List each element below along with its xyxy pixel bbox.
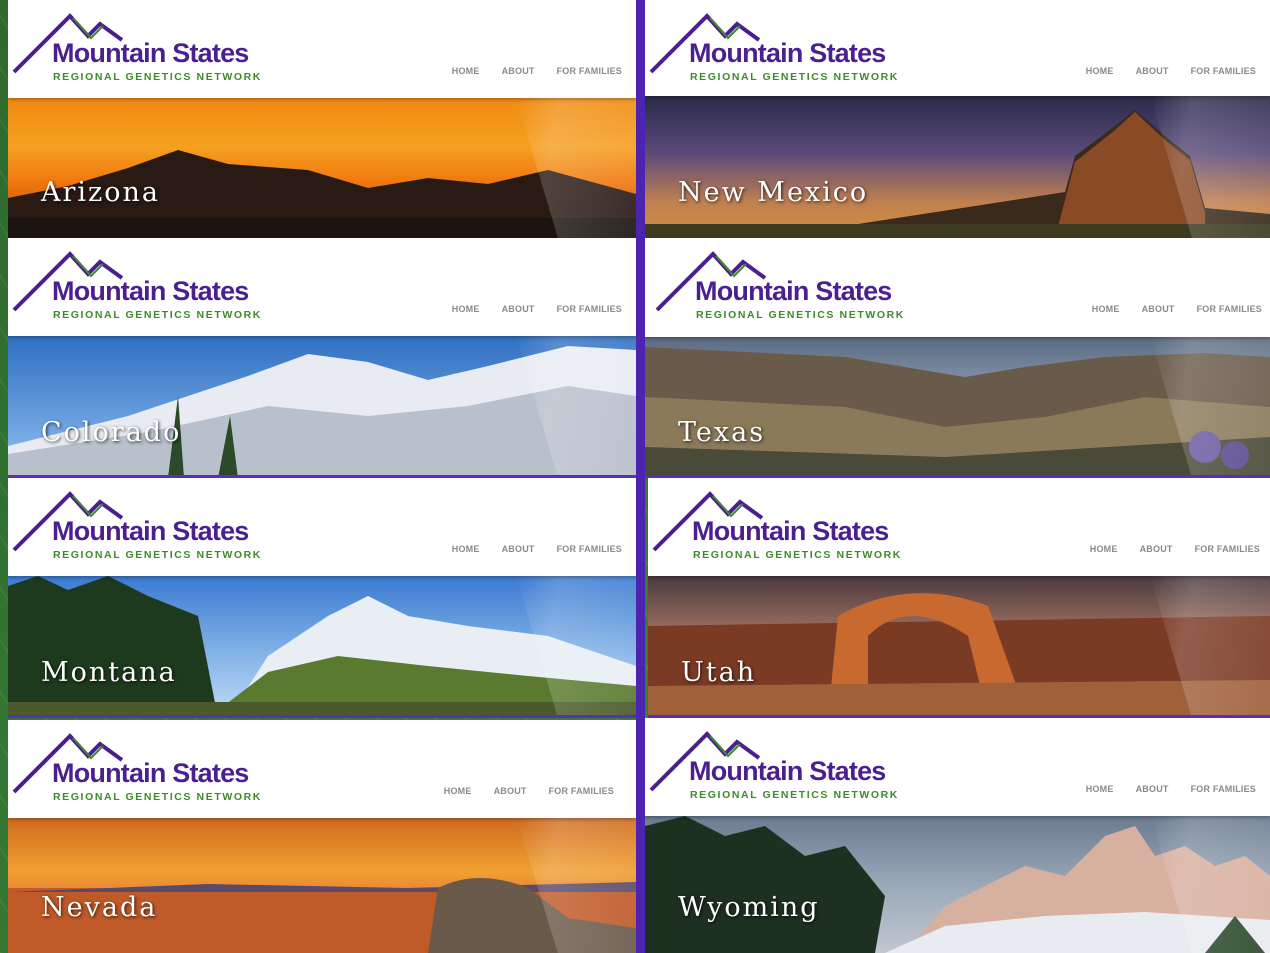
site-header: Mountain States REGIONAL GENETICS NETWOR…: [645, 0, 1270, 96]
logo-subtitle: REGIONAL GENETICS NETWORK: [690, 789, 899, 801]
nav-for-families[interactable]: FOR FAMILIES: [557, 304, 622, 314]
hero-image: Utah: [648, 576, 1270, 718]
hero-image: Texas: [645, 337, 1270, 478]
banner-utah: Mountain States REGIONAL GENETICS NETWOR…: [648, 478, 1270, 718]
hero-image: Wyoming: [645, 816, 1270, 953]
nav-about[interactable]: ABOUT: [502, 544, 535, 554]
site-header: Mountain States REGIONAL GENETICS NETWOR…: [8, 720, 636, 818]
logo-title: Mountain States: [695, 276, 892, 306]
nav-home[interactable]: HOME: [452, 544, 480, 554]
logo-title: Mountain States: [689, 756, 886, 786]
column-divider: [636, 0, 645, 953]
site-header: Mountain States REGIONAL GENETICS NETWOR…: [8, 238, 636, 336]
nav-home[interactable]: HOME: [452, 66, 480, 76]
main-nav: HOME ABOUT FOR FAMILIES: [452, 544, 622, 554]
logo-subtitle: REGIONAL GENETICS NETWORK: [53, 791, 262, 803]
site-header: Mountain States REGIONAL GENETICS NETWOR…: [648, 478, 1270, 576]
main-nav: HOME ABOUT FOR FAMILIES: [452, 304, 622, 314]
banner-wyoming: Mountain States REGIONAL GENETICS NETWOR…: [645, 718, 1270, 953]
site-header: Mountain States REGIONAL GENETICS NETWOR…: [8, 0, 636, 98]
site-logo[interactable]: Mountain States REGIONAL GENETICS NETWOR…: [12, 488, 272, 568]
logo-title: Mountain States: [52, 758, 249, 788]
site-logo[interactable]: Mountain States REGIONAL GENETICS NETWOR…: [12, 730, 272, 810]
panel-border: [8, 715, 636, 718]
site-header: Mountain States REGIONAL GENETICS NETWOR…: [645, 238, 1270, 337]
state-name: New Mexico: [678, 177, 869, 208]
site-logo[interactable]: Mountain States REGIONAL GENETICS NETWOR…: [12, 248, 272, 328]
logo-subtitle: REGIONAL GENETICS NETWORK: [53, 71, 262, 83]
hero-image: Montana: [8, 576, 636, 718]
logo-title: Mountain States: [52, 516, 249, 546]
hero-image: Nevada: [8, 818, 636, 953]
panel-border: [8, 475, 636, 478]
logo-subtitle: REGIONAL GENETICS NETWORK: [53, 309, 262, 321]
site-logo[interactable]: Mountain States REGIONAL GENETICS NETWOR…: [652, 488, 912, 568]
site-header: Mountain States REGIONAL GENETICS NETWOR…: [8, 478, 636, 576]
hero-image: Colorado: [8, 336, 636, 478]
main-nav: HOME ABOUT FOR FAMILIES: [452, 66, 622, 76]
nav-home[interactable]: HOME: [1090, 544, 1118, 554]
nav-about[interactable]: ABOUT: [502, 304, 535, 314]
hero-image: Arizona: [8, 98, 636, 238]
nav-home[interactable]: HOME: [444, 786, 472, 796]
nav-about[interactable]: ABOUT: [494, 786, 527, 796]
banner-arizona: Mountain States REGIONAL GENETICS NETWOR…: [8, 0, 636, 238]
nav-about[interactable]: ABOUT: [1142, 304, 1175, 314]
state-name: Arizona: [41, 177, 161, 208]
nav-home[interactable]: HOME: [1086, 66, 1114, 76]
main-nav: HOME ABOUT FOR FAMILIES: [1086, 784, 1256, 794]
panel-border: [648, 715, 1270, 718]
logo-title: Mountain States: [692, 516, 889, 546]
nav-about[interactable]: ABOUT: [502, 66, 535, 76]
main-nav: HOME ABOUT FOR FAMILIES: [1092, 304, 1262, 314]
nav-for-families[interactable]: FOR FAMILIES: [1197, 304, 1262, 314]
nav-for-families[interactable]: FOR FAMILIES: [1191, 784, 1256, 794]
state-name: Wyoming: [678, 892, 820, 923]
state-name: Montana: [41, 657, 177, 688]
main-nav: HOME ABOUT FOR FAMILIES: [444, 786, 614, 796]
hero-image: New Mexico: [645, 96, 1270, 238]
nav-home[interactable]: HOME: [1086, 784, 1114, 794]
panel-border: [645, 475, 1270, 478]
logo-title: Mountain States: [52, 38, 249, 68]
site-logo[interactable]: Mountain States REGIONAL GENETICS NETWOR…: [655, 248, 915, 328]
main-nav: HOME ABOUT FOR FAMILIES: [1086, 66, 1256, 76]
site-logo[interactable]: Mountain States REGIONAL GENETICS NETWOR…: [649, 10, 909, 90]
banner-montana: Mountain States REGIONAL GENETICS NETWOR…: [8, 478, 636, 718]
nav-for-families[interactable]: FOR FAMILIES: [557, 544, 622, 554]
site-logo[interactable]: Mountain States REGIONAL GENETICS NETWOR…: [12, 10, 272, 90]
nav-home[interactable]: HOME: [1092, 304, 1120, 314]
nav-home[interactable]: HOME: [452, 304, 480, 314]
nav-for-families[interactable]: FOR FAMILIES: [1195, 544, 1260, 554]
nav-about[interactable]: ABOUT: [1140, 544, 1173, 554]
logo-subtitle: REGIONAL GENETICS NETWORK: [696, 309, 905, 321]
banner-colorado: Mountain States REGIONAL GENETICS NETWOR…: [8, 238, 636, 478]
banner-new-mexico: Mountain States REGIONAL GENETICS NETWOR…: [645, 0, 1270, 238]
logo-title: Mountain States: [52, 276, 249, 306]
main-nav: HOME ABOUT FOR FAMILIES: [1090, 544, 1260, 554]
banner-nevada: Mountain States REGIONAL GENETICS NETWOR…: [8, 720, 636, 953]
logo-subtitle: REGIONAL GENETICS NETWORK: [693, 549, 902, 561]
state-name: Utah: [681, 657, 757, 688]
banner-texas: Mountain States REGIONAL GENETICS NETWOR…: [645, 238, 1270, 478]
logo-subtitle: REGIONAL GENETICS NETWORK: [690, 71, 899, 83]
nav-about[interactable]: ABOUT: [1136, 66, 1169, 76]
state-name: Texas: [678, 417, 766, 448]
nav-about[interactable]: ABOUT: [1136, 784, 1169, 794]
logo-subtitle: REGIONAL GENETICS NETWORK: [53, 549, 262, 561]
nav-for-families[interactable]: FOR FAMILIES: [549, 786, 614, 796]
site-header: Mountain States REGIONAL GENETICS NETWOR…: [645, 718, 1270, 816]
logo-title: Mountain States: [689, 38, 886, 68]
site-logo[interactable]: Mountain States REGIONAL GENETICS NETWOR…: [649, 728, 909, 808]
state-name: Nevada: [41, 892, 158, 923]
nav-for-families[interactable]: FOR FAMILIES: [1191, 66, 1256, 76]
nav-for-families[interactable]: FOR FAMILIES: [557, 66, 622, 76]
state-name: Colorado: [41, 417, 182, 448]
